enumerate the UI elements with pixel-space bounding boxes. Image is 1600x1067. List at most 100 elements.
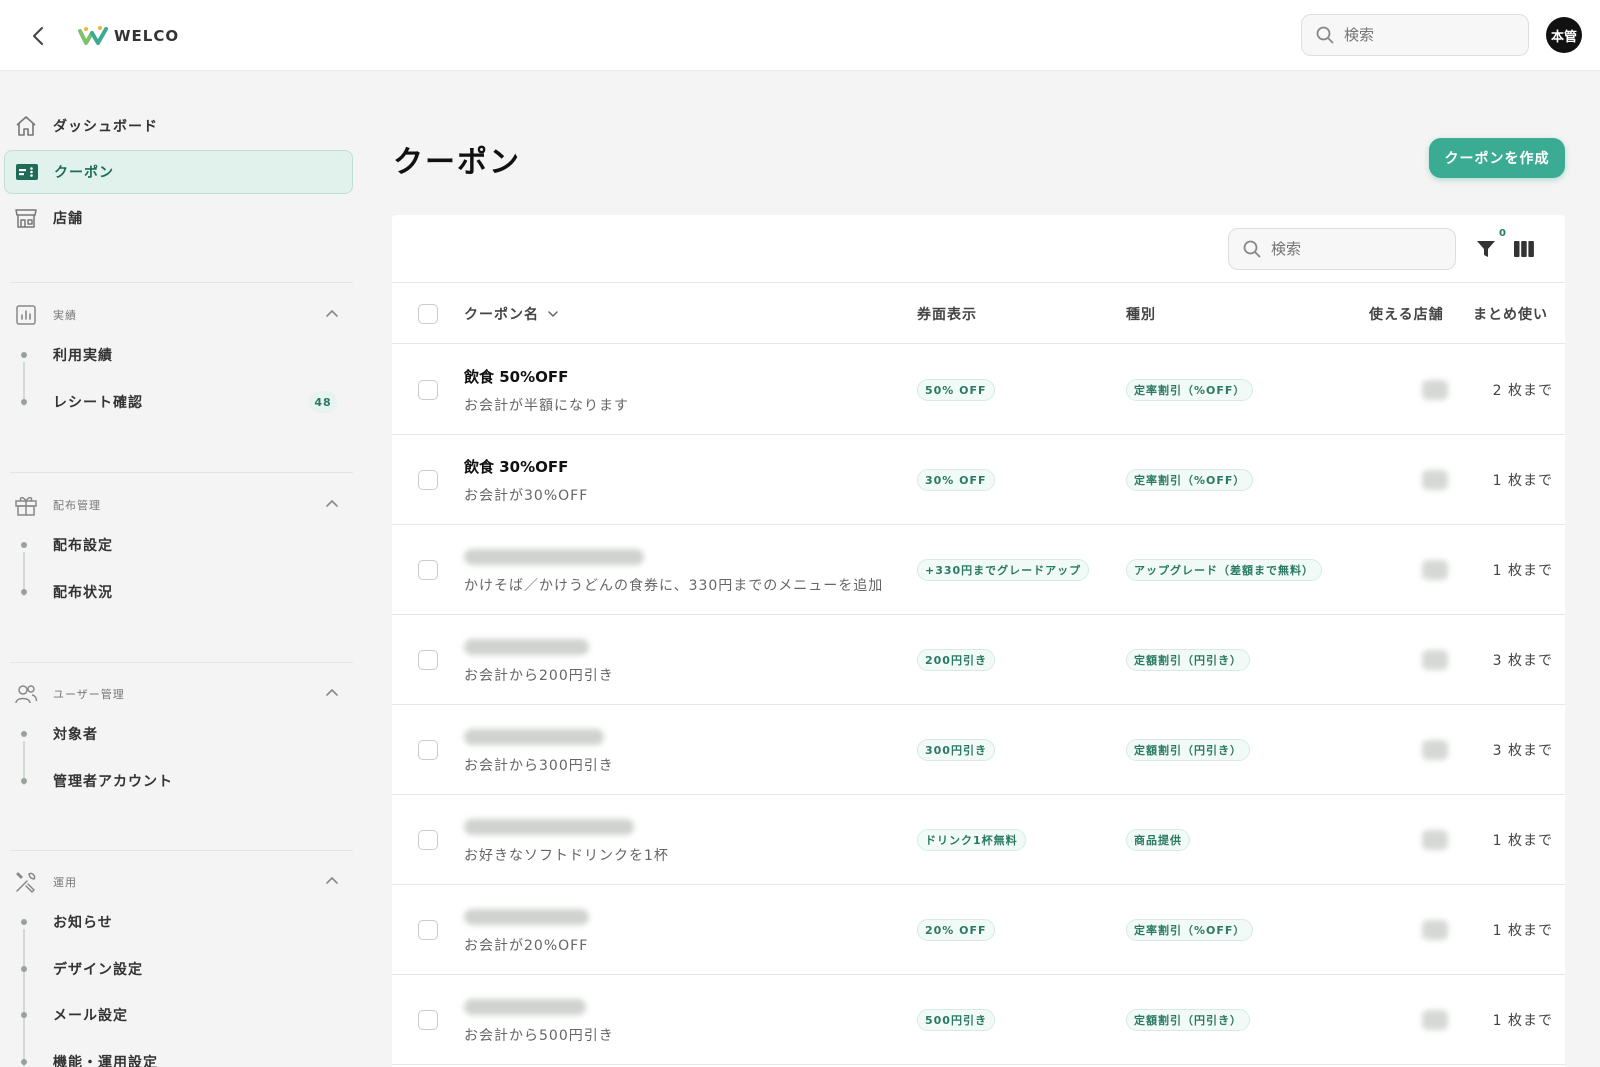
sidebar-item-design-settings[interactable]: デザイン設定 — [18, 952, 353, 986]
sidebar-item-mail-settings[interactable]: メール設定 — [18, 998, 353, 1032]
users-icon — [13, 681, 39, 707]
bulk-limit: 1 枚まで — [1492, 923, 1553, 939]
header-name[interactable]: クーポン名 — [464, 284, 559, 344]
filter-count-badge: 0 — [1499, 228, 1506, 239]
coupon-type-badge: アップグレード（差額まで無料） — [1126, 559, 1322, 581]
count-badge: 48 — [309, 391, 337, 413]
coupon-name[interactable]: 飲食 30%OFF — [464, 456, 568, 477]
global-search-input[interactable] — [1344, 26, 1504, 44]
face-value-badge: 500円引き — [917, 1009, 995, 1031]
welco-logo-icon — [78, 26, 108, 45]
coupon-description: かけそば／かけうどんの食券に、330円までのメニューを追加 — [464, 578, 884, 594]
sidebar-item-label: 機能・運用設定 — [53, 1055, 158, 1067]
section-title: 配布管理 — [53, 499, 101, 512]
store-count-redacted — [1422, 650, 1448, 670]
table-search-input[interactable] — [1271, 240, 1431, 258]
table-search[interactable] — [1228, 228, 1456, 270]
coupon-name-redacted[interactable] — [464, 909, 589, 925]
sidebar-item-label: メール設定 — [53, 1008, 128, 1024]
logo-text: WELCO — [114, 27, 180, 45]
sidebar-item-admin-accounts[interactable]: 管理者アカウント — [18, 764, 353, 798]
header-type: 種別 — [1126, 307, 1156, 323]
app-logo[interactable]: WELCO — [78, 24, 179, 48]
filter-icon — [1477, 241, 1495, 257]
back-button[interactable] — [26, 22, 50, 50]
table-row[interactable]: お会計が20%OFF 20% OFF 定率割引（%OFF） 1 枚まで — [392, 885, 1565, 975]
nav-item-dashboard[interactable]: ダッシュボード — [4, 104, 353, 148]
section-results[interactable]: 実績 — [4, 299, 353, 331]
row-checkbox[interactable] — [418, 380, 438, 400]
table-row[interactable]: お会計から200円引き 200円引き 定額割引（円引き） 3 枚まで — [392, 615, 1565, 705]
sidebar-item-usage[interactable]: 利用実績 — [18, 338, 353, 372]
coupon-name-redacted[interactable] — [464, 999, 586, 1015]
row-checkbox[interactable] — [418, 830, 438, 850]
store-count-redacted — [1422, 470, 1448, 490]
table-row[interactable]: お会計から500円引き 500円引き 定額割引（円引き） 1 枚まで — [392, 975, 1565, 1065]
table-row[interactable]: かけそば／かけうどんの食券に、330円までのメニューを追加 +330円までグレー… — [392, 525, 1565, 615]
section-distribution[interactable]: 配布管理 — [4, 489, 353, 521]
store-count-redacted — [1422, 740, 1448, 760]
sidebar-item-label: レシート確認 — [53, 395, 143, 411]
row-checkbox[interactable] — [418, 650, 438, 670]
global-search[interactable] — [1301, 14, 1529, 56]
store-count-redacted — [1422, 560, 1448, 580]
top-bar: WELCO 本管 — [0, 0, 1600, 71]
table-row[interactable]: 飲食 30%OFF お会計が30%OFF 30% OFF 定率割引（%OFF） … — [392, 435, 1565, 525]
coupon-description: お会計から500円引き — [464, 1028, 614, 1044]
bullet-dot — [21, 919, 27, 925]
nav-item-label: 店舗 — [53, 211, 83, 227]
columns-button[interactable] — [1512, 237, 1536, 261]
coupon-type-badge: 商品提供 — [1126, 829, 1190, 851]
sidebar-divider — [10, 472, 353, 473]
coupon-name[interactable]: 飲食 50%OFF — [464, 366, 568, 387]
bullet-dot — [21, 731, 27, 737]
coupon-name-redacted[interactable] — [464, 819, 634, 835]
coupon-description: お好きなソフトドリンクを1杯 — [464, 848, 669, 864]
section-title: 実績 — [53, 309, 77, 322]
row-checkbox[interactable] — [418, 560, 438, 580]
table-row[interactable]: 飲食 50%OFF お会計が半額になります 50% OFF 定率割引（%OFF）… — [392, 345, 1565, 435]
bullet-dot — [21, 589, 27, 595]
coupon-type-badge: 定額割引（円引き） — [1126, 1009, 1250, 1031]
row-checkbox[interactable] — [418, 740, 438, 760]
create-coupon-button[interactable]: クーポンを作成 — [1429, 138, 1565, 178]
row-checkbox[interactable] — [418, 470, 438, 490]
search-icon — [1243, 240, 1261, 258]
row-checkbox[interactable] — [418, 920, 438, 940]
sidebar-item-notices[interactable]: お知らせ — [18, 905, 353, 939]
filter-button[interactable] — [1474, 237, 1498, 261]
nav-item-store[interactable]: 店舗 — [4, 196, 353, 240]
header-bulk: まとめ使い — [1473, 307, 1548, 323]
nav-item-coupon[interactable]: クーポン — [4, 150, 353, 194]
bulk-limit: 2 枚まで — [1492, 383, 1553, 399]
home-icon — [13, 113, 39, 139]
ticket-icon — [14, 159, 40, 185]
sidebar-item-targets[interactable]: 対象者 — [18, 717, 353, 751]
nav-item-label: ダッシュボード — [53, 119, 158, 135]
coupon-type-badge: 定額割引（円引き） — [1126, 649, 1250, 671]
sidebar-item-distribution-status[interactable]: 配布状況 — [18, 575, 353, 609]
sidebar-item-label: 配布設定 — [53, 538, 113, 554]
section-user-management[interactable]: ユーザー管理 — [4, 678, 353, 710]
bulk-limit: 3 枚まで — [1492, 653, 1553, 669]
table-row[interactable]: お会計から300円引き 300円引き 定額割引（円引き） 3 枚まで — [392, 705, 1565, 795]
table-row[interactable]: お好きなソフトドリンクを1杯 ドリンク1杯無料 商品提供 1 枚まで — [392, 795, 1565, 885]
coupon-name-redacted[interactable] — [464, 639, 589, 655]
store-count-redacted — [1422, 380, 1448, 400]
face-value-badge: 200円引き — [917, 649, 995, 671]
sidebar-item-receipt[interactable]: レシート確認 48 — [18, 385, 353, 419]
bullet-dot — [21, 966, 27, 972]
sidebar-item-distribution-settings[interactable]: 配布設定 — [18, 528, 353, 562]
section-operations[interactable]: 運用 — [4, 866, 353, 898]
coupon-description: お会計から300円引き — [464, 758, 614, 774]
bulk-limit: 1 枚まで — [1492, 563, 1553, 579]
coupon-description: お会計から200円引き — [464, 668, 614, 684]
user-avatar[interactable]: 本管 — [1546, 17, 1582, 53]
chevron-up-icon — [326, 876, 338, 884]
select-all-checkbox[interactable] — [418, 304, 438, 324]
row-checkbox[interactable] — [418, 1010, 438, 1030]
coupon-name-redacted[interactable] — [464, 729, 604, 745]
sidebar-item-feature-settings[interactable]: 機能・運用設定 — [18, 1045, 353, 1067]
sidebar: ダッシュボード クーポン 店舗 実績 利用実績 レシート確認 48 配布管理 配… — [0, 72, 360, 1067]
coupon-name-redacted[interactable] — [464, 549, 644, 565]
